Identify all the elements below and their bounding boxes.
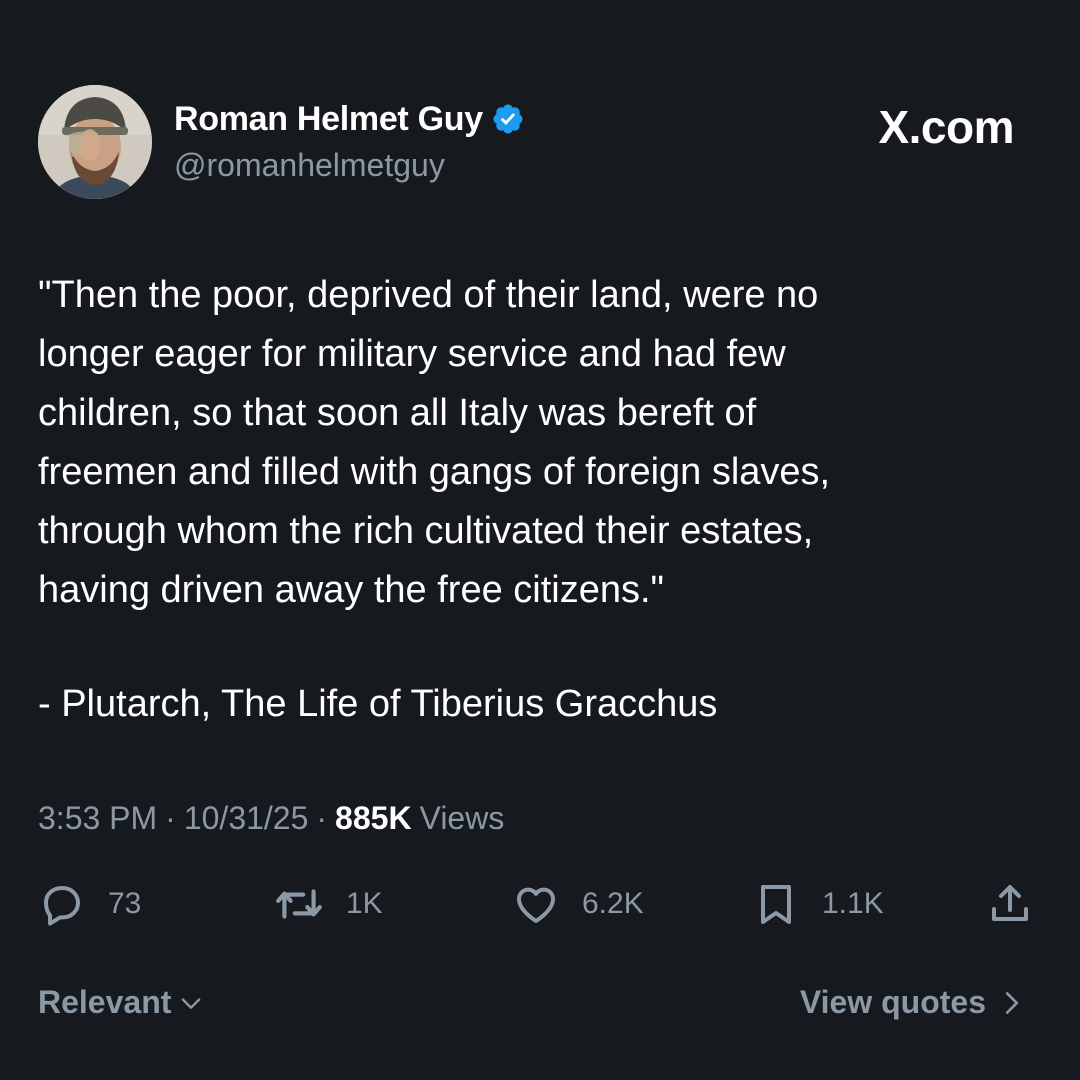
view-quotes-link[interactable]: View quotes [800,984,1024,1021]
tweet-card: Roman Helmet Guy @romanhelmetguy X.com "… [0,0,1080,1080]
views-label: Views [419,800,505,836]
tweet-meta: 3:53 PM · 10/31/25 · 885K Views [38,800,504,837]
like-button[interactable]: 6.2K [512,878,644,930]
retweet-count: 1K [346,887,383,920]
reply-icon [44,886,80,926]
bookmark-icon [761,885,791,924]
heart-icon [517,887,555,923]
tweet-date[interactable]: 10/31/25 [184,800,309,837]
retweet-button[interactable]: 1K [274,878,383,930]
view-quotes-label: View quotes [799,984,986,1020]
chevron-right-icon [1005,991,1019,1014]
meta-separator: · [316,800,328,836]
share-button[interactable] [986,878,1034,930]
share-icon [992,885,1028,921]
chevron-down-icon [182,997,201,1009]
tweet-attribution: - Plutarch, The Life of Tiberius Gracchu… [38,683,718,725]
tweet-text: "Then the poor, deprived of their land, … [38,274,831,611]
action-bar: 73 1K 6.2K 1.1K [38,878,1042,930]
bookmark-count: 1.1K [822,887,884,920]
brand-logo: X.com [878,101,1014,153]
views-count: 885K [335,800,412,836]
avatar-photo-icon [38,85,152,199]
retweet-icon [276,889,322,919]
display-name-row[interactable]: Roman Helmet Guy [174,98,525,140]
like-count: 6.2K [582,887,644,920]
reply-count: 73 [108,887,142,920]
meta-separator: · [165,800,176,836]
user-handle[interactable]: @romanhelmetguy [174,147,445,184]
sort-relevant-dropdown[interactable]: Relevant [38,984,205,1021]
display-name[interactable]: Roman Helmet Guy [174,100,483,139]
reply-button[interactable]: 73 [38,878,141,930]
sort-label: Relevant [38,984,172,1020]
avatar[interactable] [38,85,152,199]
bookmark-button[interactable]: 1.1K [752,878,884,930]
tweet-time[interactable]: 3:53 PM [38,800,157,837]
verified-badge-icon [493,104,523,134]
